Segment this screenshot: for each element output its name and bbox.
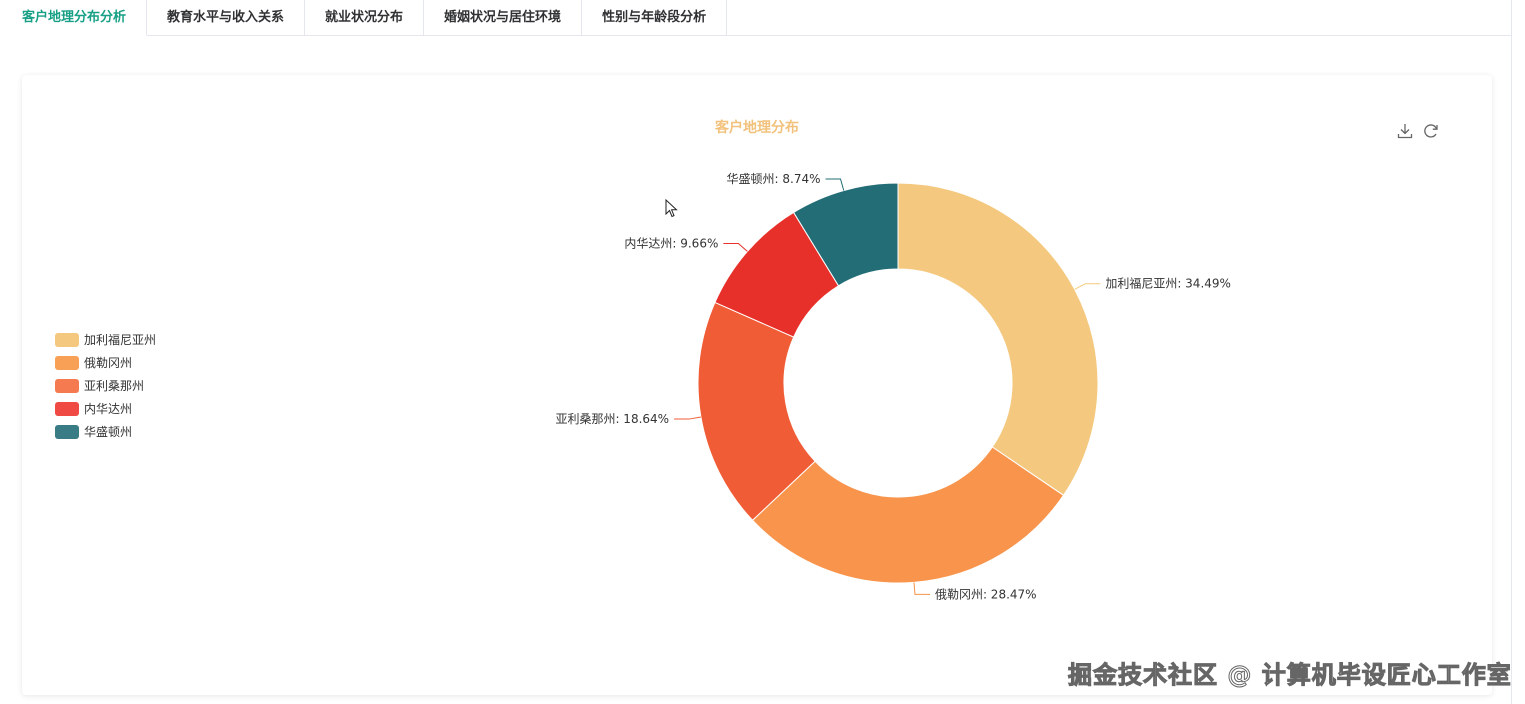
tab-education-income[interactable]: 教育水平与收入关系	[147, 0, 306, 35]
legend-label: 俄勒冈州	[84, 356, 133, 370]
legend-item-oregon[interactable]: 俄勒冈州	[55, 351, 156, 374]
panel-border	[1511, 0, 1512, 704]
legend-item-arizona[interactable]: 亚利桑那州	[55, 374, 156, 397]
legend-item-washington[interactable]: 华盛顿州	[55, 420, 156, 443]
leader-line-california	[1074, 283, 1101, 290]
legend-label: 华盛顿州	[84, 425, 133, 439]
chart-title: 客户地理分布	[715, 120, 799, 136]
tab-marital-residence[interactable]: 婚姻状况与居住环境	[424, 0, 583, 35]
chart-legend: 加利福尼亚州 俄勒冈州 亚利桑那州 内华达州 华盛顿州	[55, 328, 156, 443]
leader-line-oregon	[913, 582, 930, 595]
refresh-icon[interactable]	[1422, 122, 1440, 140]
download-icon[interactable]	[1396, 122, 1414, 140]
data-label-california: 加利福尼亚州: 34.49%	[1105, 276, 1231, 291]
pie-chart: 加利福尼亚州: 34.49% 俄勒冈州: 28.47% 亚利桑那州: 18.64% 内…	[555, 171, 1231, 601]
legend-item-california[interactable]: 加利福尼亚州	[55, 328, 156, 351]
legend-swatch	[55, 424, 79, 439]
legend-swatch	[55, 332, 79, 347]
data-label-oregon: 俄勒冈州: 28.47%	[935, 587, 1037, 601]
legend-swatch	[55, 355, 79, 370]
tab-geo-distribution[interactable]: 客户地理分布分析	[0, 0, 148, 36]
mouse-cursor-icon	[665, 199, 678, 218]
leader-line-washington	[825, 178, 845, 191]
data-label-washington: 华盛顿州: 8.74%	[727, 171, 821, 186]
chart-toolbox	[1396, 122, 1440, 140]
legend-label: 内华达州	[84, 402, 133, 416]
leader-line-arizona	[674, 416, 701, 420]
tab-gender-age[interactable]: 性别与年龄段分析	[582, 0, 728, 35]
tab-bar: 客户地理分布分析 教育水平与收入关系 就业状况分布 婚姻状况与居住环境 性别与年…	[0, 0, 1512, 36]
legend-swatch	[55, 401, 79, 416]
legend-swatch	[55, 378, 79, 393]
legend-item-nevada[interactable]: 内华达州	[55, 397, 156, 420]
legend-label: 加利福尼亚州	[84, 333, 157, 347]
data-label-arizona: 亚利桑那州: 18.64%	[555, 412, 669, 426]
chart-card: 加利福尼亚州: 34.49% 俄勒冈州: 28.47% 亚利桑那州: 18.64% 内…	[22, 75, 1492, 695]
watermark: 掘金技术社区 @ 计算机毕设匠心工作室	[1068, 661, 1512, 690]
tab-employment[interactable]: 就业状况分布	[305, 0, 425, 35]
data-label-nevada: 内华达州: 9.66%	[624, 237, 718, 251]
leader-line-nevada	[723, 243, 748, 252]
legend-label: 亚利桑那州	[84, 379, 145, 393]
pie-slice-california[interactable]	[897, 182, 1099, 497]
